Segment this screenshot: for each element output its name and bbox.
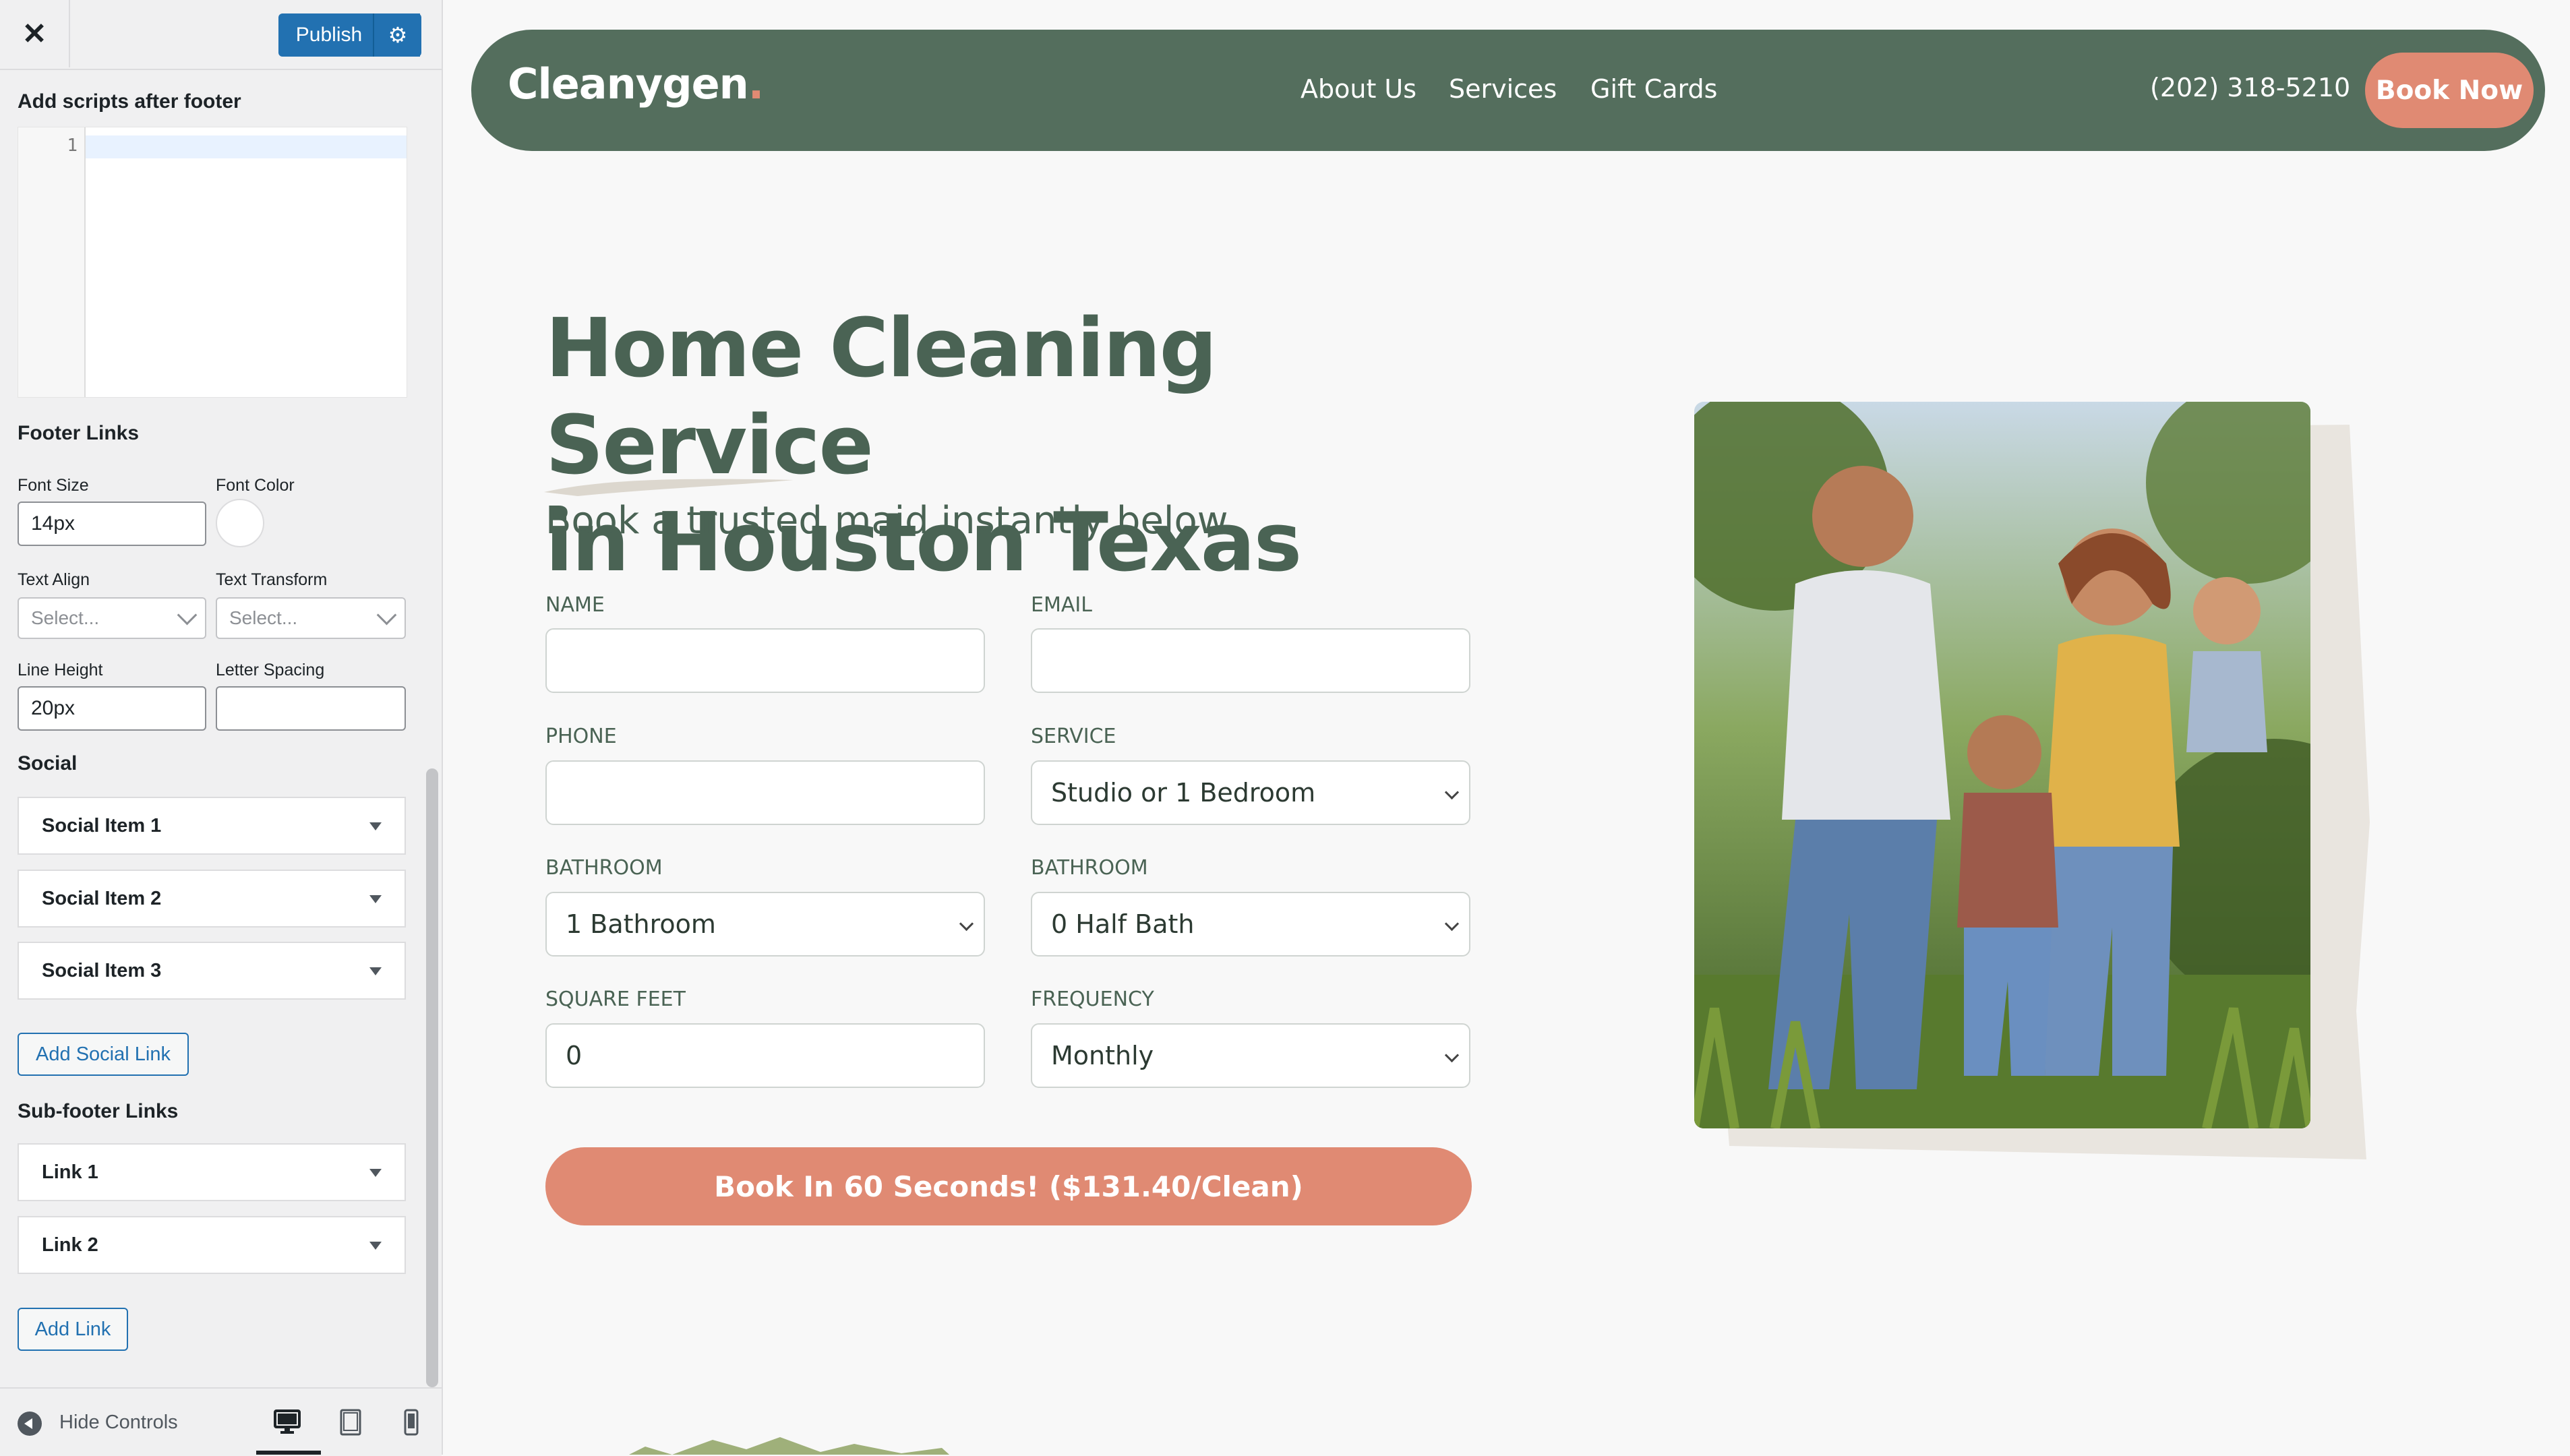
social-item-1[interactable]: Social Item 1 bbox=[18, 797, 406, 855]
social-item-label: Social Item 1 bbox=[42, 814, 162, 837]
subfooter-item-label: Link 2 bbox=[42, 1234, 98, 1256]
square-feet-input[interactable]: 0 bbox=[545, 1023, 985, 1088]
mobile-icon[interactable] bbox=[391, 1406, 431, 1438]
text-align-label: Text Align bbox=[18, 570, 90, 589]
line-height-input[interactable]: 20px bbox=[18, 686, 206, 731]
hero-title-line-1: Home Cleaning Service bbox=[545, 302, 1218, 493]
site-preview: Cleanygen. About Us Services Gift Cards … bbox=[443, 0, 2570, 1455]
square-feet-value: 0 bbox=[566, 1041, 582, 1070]
footer-links-heading: Footer Links bbox=[18, 422, 140, 444]
frequency-select[interactable]: Monthly bbox=[1031, 1023, 1470, 1088]
customizer-panel: ✕ Publish ⚙ Add scripts after footer 1 F… bbox=[0, 0, 443, 1456]
add-social-link-button[interactable]: Add Social Link bbox=[18, 1033, 189, 1076]
text-transform-label: Text Transform bbox=[216, 570, 328, 589]
social-item-3[interactable]: Social Item 3 bbox=[18, 942, 406, 1000]
font-size-input[interactable]: 14px bbox=[18, 502, 206, 546]
frequency-value: Monthly bbox=[1051, 1041, 1154, 1070]
chevron-down-icon bbox=[1444, 1048, 1460, 1063]
email-label: EMAIL bbox=[1031, 593, 1092, 617]
social-item-label: Social Item 2 bbox=[42, 887, 162, 909]
caret-down-icon bbox=[369, 1242, 382, 1250]
frequency-label: FREQUENCY bbox=[1031, 988, 1154, 1011]
font-color-label: Font Color bbox=[216, 476, 295, 495]
name-input[interactable] bbox=[545, 628, 985, 693]
square-feet-label: SQUARE FEET bbox=[545, 988, 686, 1011]
nav-services[interactable]: Services bbox=[1449, 74, 1557, 104]
chevron-down-icon bbox=[177, 605, 198, 626]
phone-input[interactable] bbox=[545, 760, 985, 825]
service-value: Studio or 1 Bedroom bbox=[1051, 778, 1316, 808]
book-now-button[interactable]: Book Now bbox=[2365, 53, 2534, 128]
phone-link[interactable]: (202) 318-5210 bbox=[2150, 73, 2350, 102]
caret-down-icon bbox=[369, 967, 382, 975]
close-icon[interactable]: ✕ bbox=[0, 0, 70, 67]
panel-scrollbar[interactable] bbox=[426, 768, 438, 1387]
social-item-2[interactable]: Social Item 2 bbox=[18, 870, 406, 928]
subfooter-item-label: Link 1 bbox=[42, 1161, 98, 1183]
family-photo bbox=[1694, 402, 2310, 1128]
arrow-left-circle-icon bbox=[18, 1412, 42, 1436]
text-transform-select[interactable]: Select... bbox=[216, 597, 406, 639]
code-line-number: 1 bbox=[67, 135, 78, 156]
social-heading: Social bbox=[18, 752, 78, 775]
half-bath-label: BATHROOM bbox=[1031, 856, 1148, 880]
service-label: SERVICE bbox=[1031, 725, 1116, 748]
hide-controls-label: Hide Controls bbox=[59, 1412, 178, 1433]
code-gutter: 1 bbox=[18, 127, 86, 397]
subfooter-heading: Sub-footer Links bbox=[18, 1100, 179, 1122]
bathroom-label: BATHROOM bbox=[545, 856, 663, 880]
letter-spacing-input[interactable] bbox=[216, 686, 406, 731]
decorative-illustration bbox=[629, 1437, 950, 1455]
caret-down-icon bbox=[369, 822, 382, 830]
caret-down-icon bbox=[369, 1169, 382, 1177]
font-color-picker[interactable] bbox=[216, 499, 264, 547]
desktop-icon[interactable] bbox=[267, 1406, 307, 1438]
text-align-select[interactable]: Select... bbox=[18, 597, 206, 639]
logo-text: Cleanygen bbox=[508, 59, 749, 109]
subfooter-link-2[interactable]: Link 2 bbox=[18, 1216, 406, 1274]
customizer-footer: Hide Controls bbox=[0, 1387, 442, 1456]
letter-spacing-label: Letter Spacing bbox=[216, 661, 325, 679]
half-bath-select[interactable]: 0 Half Bath bbox=[1031, 892, 1470, 957]
logo-dot: . bbox=[748, 59, 765, 109]
caret-down-icon bbox=[369, 895, 382, 903]
name-label: NAME bbox=[545, 593, 605, 617]
bathroom-select[interactable]: 1 Bathroom bbox=[545, 892, 985, 957]
chevron-down-icon bbox=[1444, 916, 1460, 932]
code-active-line bbox=[86, 135, 407, 158]
chevron-down-icon bbox=[959, 916, 974, 932]
half-bath-value: 0 Half Bath bbox=[1051, 909, 1195, 939]
hero-subtitle: Book a trusted maid instantly below bbox=[545, 499, 1228, 543]
nav-about-us[interactable]: About Us bbox=[1301, 74, 1416, 104]
book-submit-button[interactable]: Book In 60 Seconds! ($131.40/Clean) bbox=[545, 1147, 1472, 1225]
email-input[interactable] bbox=[1031, 628, 1470, 693]
chevron-down-icon bbox=[1444, 785, 1460, 800]
scripts-after-footer-label: Add scripts after footer bbox=[18, 90, 241, 113]
publish-label: Publish bbox=[295, 24, 363, 46]
font-size-label: Font Size bbox=[18, 476, 89, 495]
chevron-down-icon bbox=[376, 605, 397, 626]
add-link-button[interactable]: Add Link bbox=[18, 1308, 128, 1351]
site-logo[interactable]: Cleanygen. bbox=[508, 59, 765, 109]
tablet-icon[interactable] bbox=[330, 1406, 371, 1438]
text-transform-placeholder: Select... bbox=[229, 607, 298, 628]
line-height-label: Line Height bbox=[18, 661, 103, 679]
code-editor[interactable]: 1 bbox=[18, 127, 407, 398]
phone-label: PHONE bbox=[545, 725, 617, 748]
social-item-label: Social Item 3 bbox=[42, 959, 162, 981]
text-align-placeholder: Select... bbox=[31, 607, 100, 628]
hero-title: Home Cleaning Service in Houston Texas bbox=[545, 301, 1557, 592]
device-active-indicator bbox=[256, 1451, 321, 1455]
nav-gift-cards[interactable]: Gift Cards bbox=[1590, 74, 1717, 104]
gear-icon[interactable]: ⚙ bbox=[373, 13, 421, 57]
site-navbar: Cleanygen. About Us Services Gift Cards … bbox=[471, 30, 2545, 151]
service-select[interactable]: Studio or 1 Bedroom bbox=[1031, 760, 1470, 825]
subfooter-link-1[interactable]: Link 1 bbox=[18, 1143, 406, 1201]
bathroom-value: 1 Bathroom bbox=[566, 909, 716, 939]
customizer-header: ✕ Publish ⚙ bbox=[0, 0, 442, 70]
